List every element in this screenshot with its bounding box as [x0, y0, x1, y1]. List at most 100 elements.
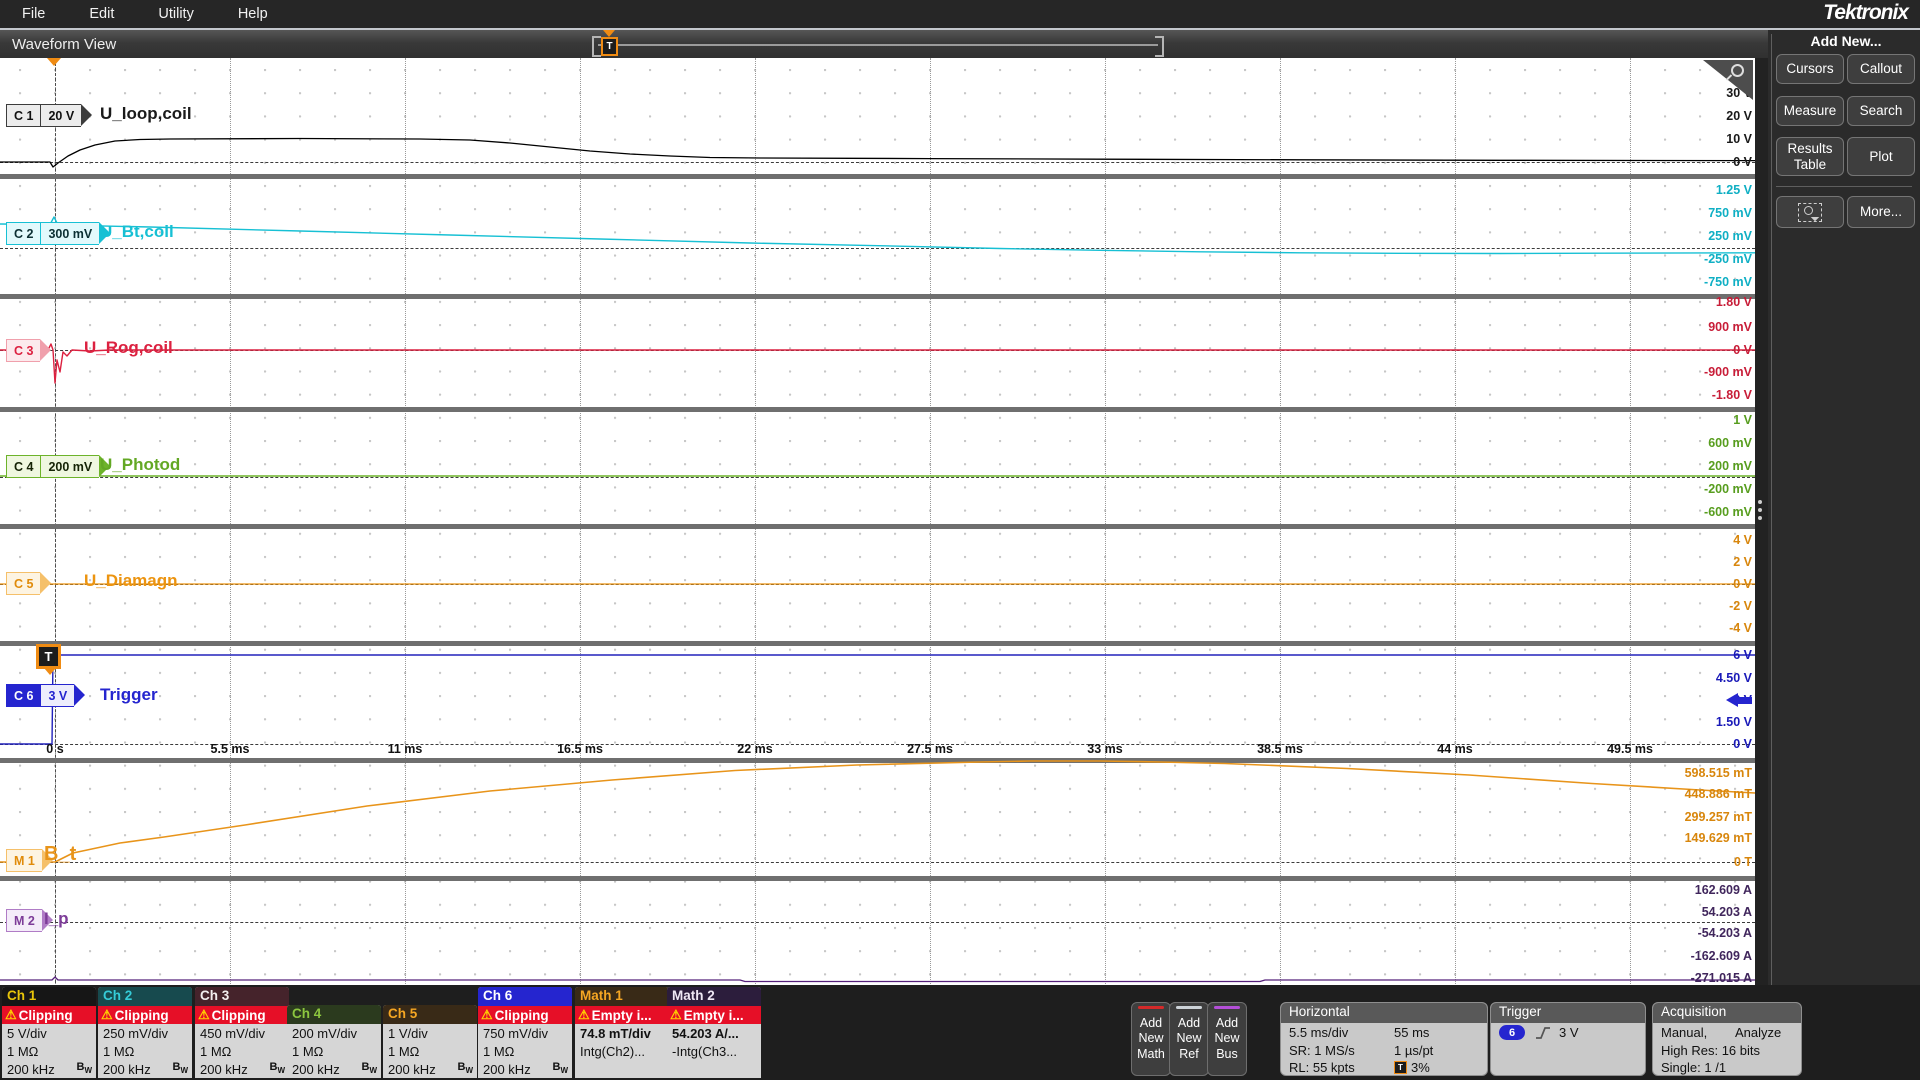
graticule-division-line	[230, 58, 231, 988]
add-new-accent	[1138, 1006, 1164, 1009]
axis-label-C4: -200 mV	[1704, 482, 1752, 496]
strip-divider	[0, 407, 1755, 412]
trigger-level-tail	[1737, 697, 1752, 704]
bottom-badge-ch1[interactable]: Ch 1⚠Clipping5 V/div1 MΩ200 kHzBW	[2, 987, 96, 1078]
channel-label-C2[interactable]: U_Bt,coil	[100, 222, 174, 242]
time-axis-label: 0 s	[46, 742, 63, 756]
channel-badge-C3[interactable]: C 3	[6, 339, 51, 362]
zero-reference-C5	[0, 584, 1755, 585]
time-axis-label: 22 ms	[737, 742, 772, 756]
bottom-badge-math2[interactable]: Math 2⚠Empty i...54.203 A/...-Intg(Ch3..…	[667, 987, 761, 1078]
channel-label-C4[interactable]: U_Photod	[100, 455, 180, 475]
channel-badge-point-icon	[40, 572, 51, 594]
bottom-badge-warning: ⚠Clipping	[98, 1006, 192, 1024]
channel-badge-name: C 5	[6, 572, 40, 595]
channel-badge-point-icon	[40, 339, 51, 361]
menu-item-edit[interactable]: Edit	[89, 6, 114, 22]
horizontal-panel[interactable]: Horizontal 5.5 ms/div55 ms SR: 1 MS/s1 µ…	[1280, 1002, 1488, 1076]
bottom-badge-header: Ch 4	[287, 1005, 381, 1024]
time-axis-label: 44 ms	[1437, 742, 1472, 756]
menu-item-help[interactable]: Help	[238, 6, 268, 22]
axis-label-M1: 0 T	[1734, 855, 1752, 869]
bottom-badge-ch6[interactable]: Ch 6⚠Clipping750 mV/div1 MΩ200 kHzBW	[478, 987, 572, 1078]
axis-label-C1: 20 V	[1726, 109, 1752, 123]
trigger-panel-title: Trigger	[1491, 1003, 1645, 1023]
sidebar-button-more[interactable]: More...	[1847, 196, 1915, 228]
panel-drag-handle[interactable]	[1758, 500, 1762, 520]
bandwidth-limit-icon: BW	[76, 1061, 92, 1075]
add-new-math-button[interactable]: AddNewMath	[1131, 1002, 1171, 1076]
axis-label-C5: 0 V	[1733, 577, 1752, 591]
record-trigger-icon[interactable]: T	[601, 37, 618, 56]
channel-label-M1[interactable]: B_t	[44, 843, 76, 866]
strip-divider	[0, 876, 1755, 881]
strip-divider	[0, 294, 1755, 299]
acquisition-mode: Manual,	[1661, 1025, 1735, 1040]
sidebar-button-measure[interactable]: Measure	[1776, 96, 1844, 126]
acquisition-single: Single: 1 /1	[1661, 1060, 1726, 1075]
sidebar-button-plot[interactable]: Plot	[1847, 137, 1915, 176]
bottom-badge-header: Ch 2	[98, 987, 192, 1006]
bottom-badge-ch5[interactable]: Ch 51 V/div1 MΩ200 kHzBW	[383, 1005, 477, 1078]
sidebar-button-zoom-select[interactable]	[1776, 196, 1844, 228]
horizontal-panel-title: Horizontal	[1281, 1003, 1487, 1023]
sidebar-button-search[interactable]: Search	[1847, 96, 1915, 126]
bottom-badge-warning: ⚠Empty i...	[575, 1006, 669, 1024]
time-axis-label: 16.5 ms	[557, 742, 603, 756]
axis-label-C4: 200 mV	[1708, 459, 1752, 473]
channel-badge-C6[interactable]: C 63 V	[6, 684, 85, 707]
bottom-badge-math1[interactable]: Math 1⚠Empty i...74.8 mT/divIntg(Ch2)...	[575, 987, 669, 1078]
trigger-T-marker[interactable]: T	[36, 644, 61, 669]
bottom-badge-ch2[interactable]: Ch 2⚠Clipping250 mV/div1 MΩ200 kHzBW	[98, 987, 192, 1078]
bottom-badge-warning: ⚠Clipping	[2, 1006, 96, 1024]
channel-label-M2[interactable]: I_p	[44, 909, 69, 929]
channel-badge-C2[interactable]: C 2300 mV	[6, 222, 110, 245]
channel-label-C5[interactable]: U_Diamagn	[84, 571, 178, 591]
channel-badge-C4[interactable]: C 4200 mV	[6, 455, 110, 478]
axis-label-C4: 600 mV	[1708, 436, 1752, 450]
bottom-badge-warning: ⚠Clipping	[478, 1006, 572, 1024]
zoom-corner-button[interactable]	[1703, 60, 1753, 100]
bottom-badge-scale: 74.8 mT/div	[575, 1024, 669, 1042]
trigger-top-marker-icon[interactable]	[47, 58, 61, 66]
channel-badge-C5[interactable]: C 5	[6, 572, 51, 595]
axis-label-C6: 6 V	[1733, 648, 1752, 662]
trigger-level-arrow[interactable]	[1726, 693, 1738, 707]
axis-label-C6: 1.50 V	[1716, 715, 1752, 729]
axis-label-C3: 1.80 V	[1716, 295, 1752, 309]
graticule-division-line	[1280, 58, 1281, 988]
channel-label-C6[interactable]: Trigger	[100, 685, 158, 705]
channel-badge-scale: 20 V	[40, 104, 81, 127]
warning-icon: ⚠	[578, 1007, 590, 1023]
bottom-badge-row: 1 MΩ	[478, 1042, 572, 1060]
trigger-source-badge: 6	[1499, 1025, 1525, 1040]
add-new-accent	[1214, 1006, 1240, 1009]
menu-item-file[interactable]: File	[22, 6, 45, 22]
rising-edge-icon	[1535, 1026, 1551, 1040]
channel-label-C3[interactable]: U_Rog,coil	[84, 338, 173, 358]
sidebar-button-results-table[interactable]: Results Table	[1776, 137, 1844, 176]
channel-label-C1[interactable]: U_loop,coil	[100, 104, 192, 124]
trigger-position-icon: T	[1394, 1061, 1407, 1074]
record-bar-right-bracket	[1155, 36, 1164, 57]
zero-reference-C4	[0, 477, 1755, 478]
time-axis-label: 27.5 ms	[907, 742, 953, 756]
bottom-badge-ch4[interactable]: Ch 4200 mV/div1 MΩ200 kHzBW	[287, 1005, 381, 1078]
axis-label-C1: 0 V	[1733, 155, 1752, 169]
add-new-bus-button[interactable]: AddNewBus	[1207, 1002, 1247, 1076]
acquisition-panel[interactable]: Acquisition Manual,Analyze High Res: 16 …	[1652, 1002, 1802, 1076]
graticule[interactable]	[0, 58, 1755, 988]
bottom-badge-row: 1 MΩ	[2, 1042, 96, 1060]
channel-badge-C1[interactable]: C 120 V	[6, 104, 92, 127]
record-view-bar[interactable]: T	[592, 36, 1164, 53]
trigger-panel[interactable]: Trigger 6 3 V	[1490, 1002, 1646, 1076]
channel-badge-name: M 2	[6, 909, 42, 932]
menu-item-utility[interactable]: Utility	[158, 6, 193, 22]
bottom-badge-row: 1 MΩ	[195, 1042, 289, 1060]
warning-icon: ⚠	[198, 1007, 210, 1023]
sidebar-button-cursors[interactable]: Cursors	[1776, 54, 1844, 84]
sidebar-button-callout[interactable]: Callout	[1847, 54, 1915, 84]
add-new-ref-button[interactable]: AddNewRef	[1169, 1002, 1209, 1076]
axis-label-M2: 54.203 A	[1702, 905, 1752, 919]
bottom-badge-ch3[interactable]: Ch 3⚠Clipping450 mV/div1 MΩ200 kHzBW	[195, 987, 289, 1078]
